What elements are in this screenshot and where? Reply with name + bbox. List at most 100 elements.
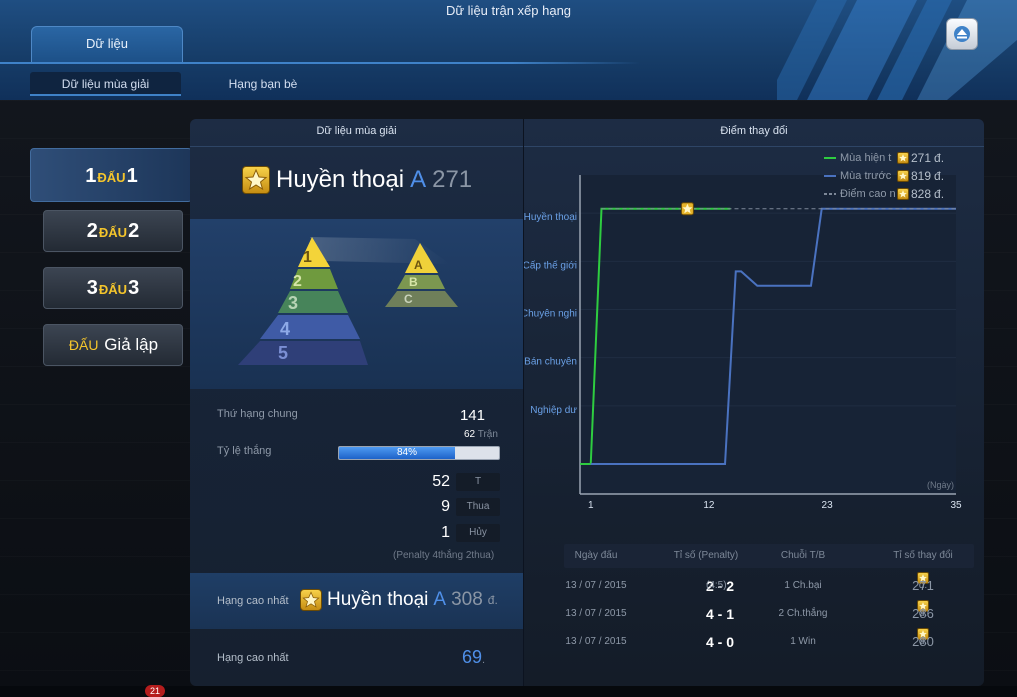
matches-count: 62 Trận <box>464 429 498 440</box>
rank-points: 271 <box>432 166 473 193</box>
subtier-label: C <box>404 292 413 306</box>
legend-unit: đ. <box>934 187 945 201</box>
mode-num: 3 <box>86 277 98 299</box>
change-unit: đ. <box>918 636 928 647</box>
losses-value: 9 <box>441 498 450 515</box>
best-rank-name: Huyền thoại <box>327 589 429 610</box>
y-tier-label: Cấp thế giới <box>524 259 577 271</box>
best-rank: Huyền thoại A 308 đ. <box>300 589 498 611</box>
mode-word: ĐẤU <box>68 337 99 353</box>
cancel-row: 1 Hủy <box>420 524 520 542</box>
history-change: 280 đ. <box>878 628 968 649</box>
legend-swatch <box>824 193 836 195</box>
tab-underline <box>0 62 640 64</box>
rank-grade: A <box>410 166 427 193</box>
history-streak: 1 Win <box>790 636 816 647</box>
tier-label: 1 <box>303 249 312 266</box>
subtier-b <box>397 275 445 289</box>
star-badge-icon <box>897 152 909 164</box>
history-header-change: Tỉ số thay đổi <box>893 550 953 561</box>
star-badge-icon <box>897 188 909 200</box>
best-value-2-unit: . <box>482 654 486 666</box>
y-tier-label: Nghiệp dư <box>530 405 577 416</box>
x-tick-label: 35 <box>950 500 962 511</box>
star-badge-icon <box>897 170 909 182</box>
plot-area <box>580 175 956 494</box>
current-rank: Huyền thoại A 271 <box>242 165 472 195</box>
notification-badge[interactable]: 21 <box>145 685 165 697</box>
legend-label: Điểm cao n <box>840 188 896 200</box>
history-date: 13 / 07 / 2015 <box>565 580 627 591</box>
mode-num: 2 <box>86 220 98 242</box>
overall-rank-value: 141 <box>459 407 485 424</box>
subtab-season-data[interactable]: Dữ liệu mùa giải <box>30 72 181 96</box>
divider <box>190 146 523 147</box>
y-tier-label: Bán chuyên <box>524 357 577 368</box>
x-axis-label: (Ngày) <box>927 480 954 490</box>
penalty-value: (4:5) <box>706 580 727 591</box>
mode-word: ĐẤU <box>98 282 128 297</box>
legend-label: Mùa hiện t <box>840 152 892 164</box>
x-tick-label: 1 <box>588 500 594 511</box>
legend-value: 819 <box>911 169 932 183</box>
history-date: 13 / 07 / 2015 <box>565 608 627 619</box>
subtier-label: A <box>414 258 423 272</box>
best-rank-grade: A <box>433 589 447 610</box>
header-bar: Dữ liệu trận xếp hạng Dữ liệu Dữ liệu mù… <box>0 0 1017 100</box>
history-row: 13 / 07 / 2015 4 - 1 2 Ch.thắng 286 đ. <box>564 600 974 628</box>
losses-tag: Thua <box>456 498 500 516</box>
tier-label: 4 <box>280 319 290 339</box>
overall-rank-label: Thứ hạng chung <box>217 408 298 420</box>
pyramid-tier-4 <box>260 315 360 339</box>
y-tier-label: Huyền thoại <box>524 211 577 223</box>
tab-data[interactable]: Dữ liệu <box>31 26 183 64</box>
season-panel-title: Dữ liệu mùa giải <box>316 125 397 137</box>
best-rank-points: 308 <box>451 589 483 610</box>
mode-2v2-button[interactable]: 2ĐẤU2 <box>43 210 183 252</box>
tier-label: 2 <box>293 273 302 290</box>
mode-word: ĐẤU <box>98 225 128 240</box>
y-tier-label: Chuyên nghi <box>524 309 577 320</box>
window-title: Dữ liệu trận xếp hạng <box>445 3 572 18</box>
history-header-score: Tỉ số (Penalty) <box>673 550 739 561</box>
star-badge-icon <box>300 589 322 611</box>
cancel-value: 1 <box>441 524 450 541</box>
best-value-2: 69. <box>462 647 485 668</box>
history-header-date: Ngày đấu <box>574 550 618 561</box>
mode-1v1-button[interactable]: 1ĐẤU1 <box>30 148 192 202</box>
legend-value: 828 <box>911 187 932 201</box>
wins-tag: T <box>456 473 500 491</box>
x-tick-label: 23 <box>822 500 834 511</box>
star-badge-icon <box>242 166 270 194</box>
subtab-bar: Dữ liệu mùa giải Hạng bạn bè <box>0 68 1017 100</box>
best-rank-label: Hạng cao nhất <box>217 595 289 607</box>
points-change-panel: Điểm thay đổi Huyền thoại Cấp thế giới Chu… <box>523 119 984 686</box>
legend-swatch <box>824 175 836 177</box>
eject-button[interactable] <box>946 18 978 50</box>
history-change: 286 đ. <box>878 600 968 621</box>
legend-label: Mùa trước <box>840 170 892 182</box>
legend-unit: đ. <box>934 151 945 165</box>
history-change: 271 đ. <box>878 572 968 593</box>
matches-unit: Trận <box>477 429 498 440</box>
legend-previous-season: Mùa trước 819 đ. <box>824 169 944 183</box>
winrate-text: 84% <box>396 447 417 458</box>
mode-num: 1 <box>85 165 97 187</box>
best-rank-label-2: Hạng cao nhất <box>217 652 289 664</box>
history-date: 13 / 07 / 2015 <box>565 636 627 647</box>
pyramid-tier-5 <box>238 341 368 365</box>
subtab-friend-rank[interactable]: Hạng bạn bè <box>200 72 326 96</box>
subtier-label: B <box>409 275 418 289</box>
matches-value: 62 <box>464 429 476 440</box>
mode-word: ĐẤU <box>97 170 126 185</box>
subtier-c <box>385 291 458 307</box>
mode-simulation-button[interactable]: ĐẤU Giả lập <box>43 324 183 366</box>
mode-num: 1 <box>126 165 138 187</box>
cancel-tag: Hủy <box>456 524 500 542</box>
season-data-panel: Dữ liệu mùa giải Huyền thoại A 271 5 4 3… <box>190 119 523 686</box>
mode-3v3-button[interactable]: 3ĐẤU3 <box>43 267 183 309</box>
best-rank-unit: đ. <box>487 593 498 607</box>
x-tick-label: 12 <box>703 500 715 511</box>
winrate-label: Tỷ lệ thắng <box>217 445 272 457</box>
mode-num: 2 <box>128 220 140 242</box>
